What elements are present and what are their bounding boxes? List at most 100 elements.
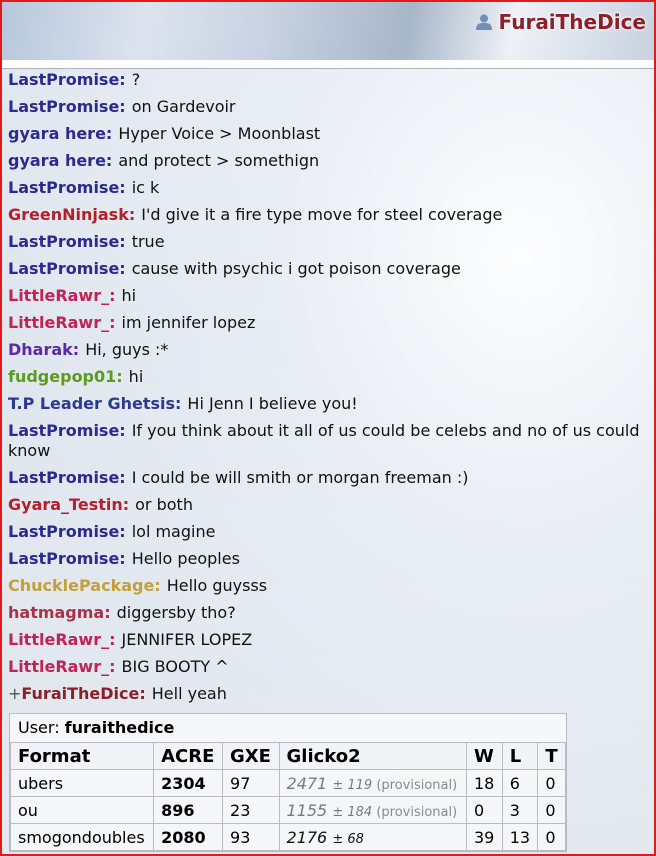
chat-message: fudgepop01: hi	[8, 367, 654, 387]
chat-text: JENNIFER LOPEZ	[121, 630, 253, 649]
glicko-value: 2471	[286, 773, 333, 793]
table-header-cell: L	[501, 742, 539, 770]
stats-user-line: User: furaithedice	[10, 714, 566, 742]
chat-message: LittleRawr_: im jennifer lopez	[8, 313, 654, 333]
chat-username[interactable]: gyara here:	[8, 124, 112, 143]
chat-username[interactable]: LastPromise:	[8, 549, 126, 568]
user-icon	[475, 13, 493, 31]
wins-cell: 18	[466, 769, 503, 797]
chat-text: Hi Jenn I believe you!	[187, 394, 358, 413]
ties-cell: 0	[537, 796, 566, 824]
chat-message: LastPromise: I could be will smith or mor…	[8, 468, 654, 488]
glicko-value: 2176	[286, 827, 333, 847]
chat-username[interactable]: T.P Leader Ghetsis:	[8, 394, 181, 413]
wins-cell: 39	[466, 823, 503, 851]
chat-message: gyara here: Hyper Voice > Moonblast	[8, 124, 654, 144]
table-header-row: Format ACRE GXE Glicko2 W L T	[9, 742, 566, 770]
chat-message: LastPromise:?	[8, 70, 654, 90]
chat-username[interactable]: LastPromise:	[8, 97, 126, 116]
gxe-cell: 23	[222, 796, 280, 824]
chat-text: I'd give it a fire type move for steel c…	[141, 205, 503, 224]
chat-text: im jennifer lopez	[121, 313, 256, 332]
chat-username[interactable]: LastPromise:	[8, 232, 126, 251]
format-cell: smogondoubles	[9, 823, 155, 851]
username: FuraiTheDice	[498, 10, 646, 34]
chat-username[interactable]: hatmagma:	[8, 603, 111, 622]
chat-text: or both	[135, 495, 193, 514]
chat-text: diggersby tho?	[116, 603, 236, 622]
table-row: smogondoubles 2080 93 2176 ± 68 39 13 0	[9, 823, 566, 851]
chat-text: hi	[121, 286, 137, 305]
chat-text: lol magine	[131, 522, 216, 541]
chat-text: BIG BOOTY ^	[121, 657, 229, 676]
chat-text: Hi, guys :*	[85, 340, 169, 359]
glicko-cell: 1155 ± 184 (provisional)	[278, 796, 468, 824]
glicko-cell: 2176 ± 68	[278, 823, 468, 851]
table-header-cell: Format	[9, 742, 155, 770]
chat-message: LastPromise: Hello peoples	[8, 549, 654, 569]
chat-username[interactable]: +FuraiTheDice:	[8, 684, 146, 703]
chat-message: LittleRawr_: JENNIFER LOPEZ	[8, 630, 654, 650]
chat-text: Hyper Voice > Moonblast	[118, 124, 321, 143]
chat-username[interactable]: LittleRawr_:	[8, 286, 116, 305]
chat-username[interactable]: Gyara_Testin:	[8, 495, 129, 514]
chat-message: LastPromise: ic k	[8, 178, 654, 198]
ties-cell: 0	[537, 769, 566, 797]
room-header: FuraiTheDice	[2, 2, 654, 69]
chat-username[interactable]: LittleRawr_:	[8, 657, 116, 676]
chat-message: ChucklePackage: Hello guysss	[8, 576, 654, 596]
chat-username[interactable]: LittleRawr_:	[8, 630, 116, 649]
losses-cell: 13	[501, 823, 539, 851]
chat-text: and protect > somethign	[118, 151, 320, 170]
chat-username[interactable]: gyara here:	[8, 151, 112, 170]
chat-text: hi	[128, 367, 144, 386]
chat-username[interactable]: LastPromise:	[8, 522, 126, 541]
chat-username[interactable]: LastPromise:	[8, 421, 126, 440]
chat-text: I could be will smith or morgan freeman …	[131, 468, 469, 487]
chat-message: hatmagma: diggersby tho?	[8, 603, 654, 623]
table-header-cell: ACRE	[153, 742, 224, 770]
chat-username[interactable]: fudgepop01:	[8, 367, 123, 386]
chat-username[interactable]: GreenNinjask:	[8, 205, 135, 224]
chat-message: +FuraiTheDice: Hell yeah	[8, 684, 654, 704]
gxe-cell: 97	[222, 769, 280, 797]
chat-text: Hello peoples	[131, 549, 240, 568]
provisional-note: (provisional)	[376, 777, 458, 793]
chat-username[interactable]: ChucklePackage:	[8, 576, 161, 595]
chat-text: Hello guysss	[166, 576, 268, 595]
chat-message: LastPromise: cause with psychic i got poi…	[8, 259, 654, 279]
chat-log: LastPromise:? LastPromise: on Gardevoir gya…	[8, 70, 654, 711]
chat-rank-symbol: +	[8, 684, 22, 703]
chat-message: LittleRawr_: hi	[8, 286, 654, 306]
chat-username[interactable]: LittleRawr_:	[8, 313, 116, 332]
table-header-cell: W	[466, 742, 503, 770]
glicko-deviation: ± 119	[332, 777, 377, 793]
table-header-cell: Glicko2	[278, 742, 468, 770]
chat-username[interactable]: LastPromise:	[8, 178, 126, 197]
acre-cell: 896	[153, 796, 224, 824]
glicko-deviation: ± 184	[332, 804, 377, 820]
glicko-cell: 2471 ± 119 (provisional)	[278, 769, 468, 797]
chat-message: LastPromise: true	[8, 232, 654, 252]
chat-message: LastPromise: on Gardevoir	[8, 97, 654, 117]
gxe-cell: 93	[222, 823, 280, 851]
chat-username[interactable]: Dharak:	[8, 340, 79, 359]
table-row: ubers 2304 97 2471 ± 119 (provisional) 18 6 0	[9, 769, 566, 797]
chat-text: on Gardevoir	[131, 97, 236, 116]
stats-user-label: User:	[18, 718, 60, 737]
chat-username[interactable]: LastPromise:	[8, 259, 126, 278]
user-stats-panel: User: furaithedice Format ACRE GXE Glicko2 W…	[9, 713, 567, 852]
chat-message: LastPromise: If you think about it all of…	[8, 421, 654, 461]
provisional-note: (provisional)	[376, 804, 458, 820]
format-cell: ou	[9, 796, 155, 824]
chat-username[interactable]: LastPromise:	[8, 468, 126, 487]
table-row: ou 896 23 1155 ± 184 (provisional) 0 3 0	[9, 796, 566, 824]
user-badge[interactable]: FuraiTheDice	[475, 10, 646, 34]
chat-username[interactable]: LastPromise:	[8, 70, 126, 89]
chat-message: Dharak: Hi, guys :*	[8, 340, 654, 360]
table-header-cell: GXE	[222, 742, 280, 770]
chat-message: Gyara_Testin: or both	[8, 495, 654, 515]
chat-message: LittleRawr_: BIG BOOTY ^	[8, 657, 654, 677]
chat-message: GreenNinjask: I'd give it a fire type mov…	[8, 205, 654, 225]
chat-text: ic k	[131, 178, 160, 197]
